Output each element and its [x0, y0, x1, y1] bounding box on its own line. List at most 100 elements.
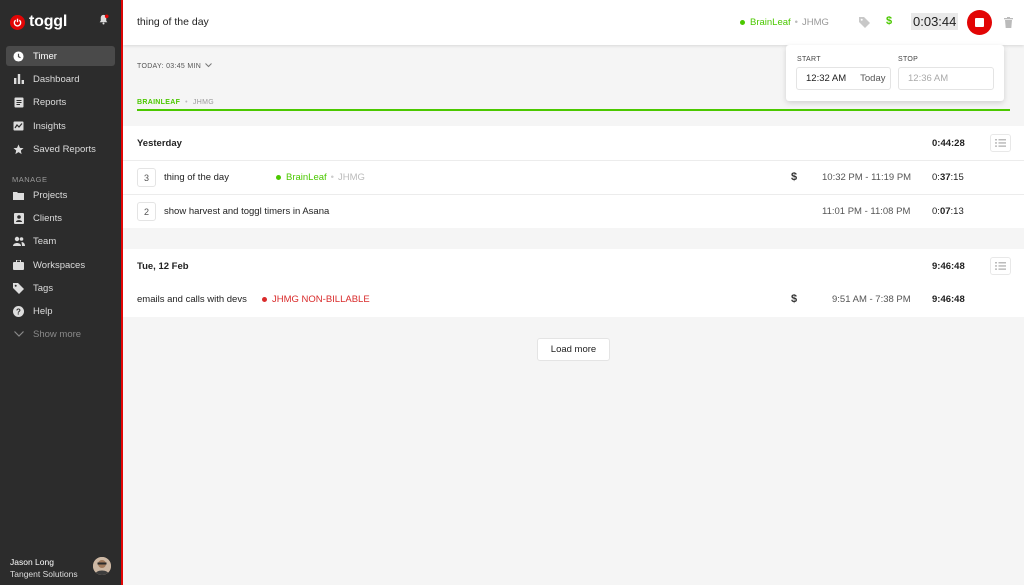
entry-project[interactable]: BrainLeaf • JHMG [276, 172, 365, 183]
summary-project: BRAINLEAF [137, 99, 181, 106]
sidebar-item-label: Workspaces [33, 259, 86, 271]
timer-description-input[interactable]: thing of the day [137, 16, 209, 28]
start-day: Today [860, 73, 886, 84]
sidebar-item-label: Projects [33, 189, 68, 201]
user-organization: Tangent Solutions [10, 569, 78, 579]
sidebar-item-team[interactable]: Team [6, 231, 115, 251]
entry-client-name: JHMG [338, 172, 365, 183]
separator-dot: • [794, 17, 798, 28]
entry-project-name: JHMG NON-BILLABLE [272, 294, 370, 305]
summary-client: JHMG [192, 99, 214, 106]
sidebar-item-label: Show more [33, 328, 82, 340]
stop-time-field[interactable]: 12:36 AM [898, 67, 994, 90]
entry-duration-seconds: :15 [950, 172, 964, 183]
chevron-down-icon [12, 328, 25, 341]
start-time-field[interactable]: 12:32 AM Today [796, 67, 891, 90]
bar-chart-icon [12, 73, 25, 86]
sidebar-item-reports[interactable]: Reports [6, 92, 115, 112]
entry-duration-seconds: :13 [950, 206, 964, 217]
tag-icon[interactable] [859, 17, 870, 31]
tag-icon [12, 282, 25, 295]
sidebar-item-label: Saved Reports [33, 143, 96, 155]
entry-description[interactable]: show harvest and toggl timers in Asana [164, 206, 329, 217]
project-color-dot [740, 20, 745, 25]
document-icon [12, 96, 25, 109]
entry-duration-minutes: 07 [939, 206, 951, 217]
time-entry-row[interactable]: 2 show harvest and toggl timers in Asana… [123, 194, 1024, 228]
clock-icon [12, 50, 25, 63]
sidebar: toggl Timer Dashboard Reports Insights S… [0, 0, 123, 585]
sidebar-item-label: Dashboard [33, 73, 80, 85]
trash-icon[interactable] [1004, 17, 1013, 31]
entry-time-range[interactable]: 11:01 PM - 11:08 PM [822, 206, 910, 217]
entry-description[interactable]: thing of the day [164, 172, 229, 183]
sidebar-item-help[interactable]: ? Help [6, 301, 115, 321]
entry-duration[interactable]: 0:07:13 [932, 206, 964, 217]
today-summary[interactable]: TODAY: 03:45 MIN [137, 63, 213, 70]
entry-group-count[interactable]: 2 [137, 202, 156, 221]
separator-dot: • [185, 99, 188, 106]
user-info[interactable]: Jason Long Tangent Solutions [10, 557, 78, 579]
project-color-dot [276, 175, 281, 180]
day-group-tue-12-feb: Tue, 12 Feb 9:46:48 emails and calls wit… [123, 249, 1024, 317]
main-content: TODAY: 03:45 MIN BRAINLEAF • JHMG Yester… [123, 45, 1024, 585]
timer-project-selector[interactable]: BrainLeaf • JHMG [740, 17, 829, 28]
stop-icon [975, 18, 984, 27]
stop-label: STOP [898, 56, 919, 63]
entry-duration-hours: 0: [932, 172, 940, 183]
day-group-title: Tue, 12 Feb [137, 261, 189, 272]
day-group-header: Yesterday 0:44:28 [123, 126, 1024, 160]
entry-time-range[interactable]: 9:51 AM - 7:38 PM [832, 294, 911, 305]
entry-duration-minutes: 37 [939, 172, 951, 183]
entry-description[interactable]: emails and calls with devs [137, 294, 247, 305]
timer-duration[interactable]: 0:03:44 [911, 13, 959, 30]
sidebar-item-saved-reports[interactable]: Saved Reports [6, 139, 115, 159]
start-stop-popup: START 12:32 AM Today STOP 12:36 AM [786, 45, 1004, 101]
avatar[interactable] [93, 557, 111, 575]
chevron-down-icon [205, 63, 213, 68]
sidebar-item-clients[interactable]: Clients [6, 208, 115, 228]
entry-duration[interactable]: 0:37:15 [932, 172, 964, 183]
billable-toggle[interactable]: $ [886, 15, 892, 27]
today-summary-label: TODAY: 03:45 MIN [137, 63, 202, 70]
sidebar-item-projects[interactable]: Projects [6, 185, 115, 205]
notification-bell-icon[interactable] [98, 14, 109, 28]
entry-duration[interactable]: 9:46:48 [932, 294, 965, 305]
bulk-edit-list-icon[interactable] [990, 134, 1011, 152]
summary-project-bar-label: BRAINLEAF • JHMG [137, 99, 214, 106]
stop-timer-button[interactable] [967, 10, 992, 35]
day-group-header: Tue, 12 Feb 9:46:48 [123, 249, 1024, 283]
sidebar-item-tags[interactable]: Tags [6, 278, 115, 298]
project-summary-bar [137, 109, 1010, 111]
sidebar-item-label: Timer [33, 50, 57, 62]
sidebar-item-timer[interactable]: Timer [6, 46, 115, 66]
load-more-button[interactable]: Load more [537, 338, 610, 361]
toggl-logo[interactable]: toggl [10, 13, 67, 31]
start-time: 12:32 AM [806, 73, 847, 84]
day-group-yesterday: Yesterday 0:44:28 3 thing of the day Bra… [123, 126, 1024, 228]
sidebar-item-dashboard[interactable]: Dashboard [6, 69, 115, 89]
entry-group-count[interactable]: 3 [137, 168, 156, 187]
stop-time: 12:36 AM [908, 73, 949, 84]
entry-project[interactable]: JHMG NON-BILLABLE [262, 294, 370, 305]
entry-billable-toggle[interactable]: $ [791, 171, 797, 183]
day-group-total: 0:44:28 [932, 138, 965, 149]
timer-client-name: JHMG [802, 17, 829, 28]
start-label: START [797, 56, 821, 63]
entry-billable-toggle[interactable]: $ [791, 293, 797, 305]
sidebar-item-label: Team [33, 235, 57, 247]
day-group-total: 9:46:48 [932, 261, 965, 272]
sidebar-item-workspaces[interactable]: Workspaces [6, 255, 115, 275]
timer-bar: thing of the day BrainLeaf • JHMG $ 0:03… [123, 0, 1024, 45]
user-name: Jason Long [10, 557, 54, 567]
time-entry-row[interactable]: 3 thing of the day BrainLeaf • JHMG $ 10… [123, 160, 1024, 194]
entry-duration-hours: 0: [932, 206, 940, 217]
entry-time-range[interactable]: 10:32 PM - 11:19 PM [822, 172, 911, 183]
day-group-title: Yesterday [137, 138, 182, 149]
bulk-edit-list-icon[interactable] [990, 257, 1011, 275]
project-color-dot [262, 297, 267, 302]
time-entry-row[interactable]: emails and calls with devs JHMG NON-BILL… [123, 283, 1024, 317]
sidebar-item-insights[interactable]: Insights [6, 116, 115, 136]
sidebar-item-label: Insights [33, 120, 66, 132]
sidebar-item-show-more[interactable]: Show more [6, 324, 115, 344]
